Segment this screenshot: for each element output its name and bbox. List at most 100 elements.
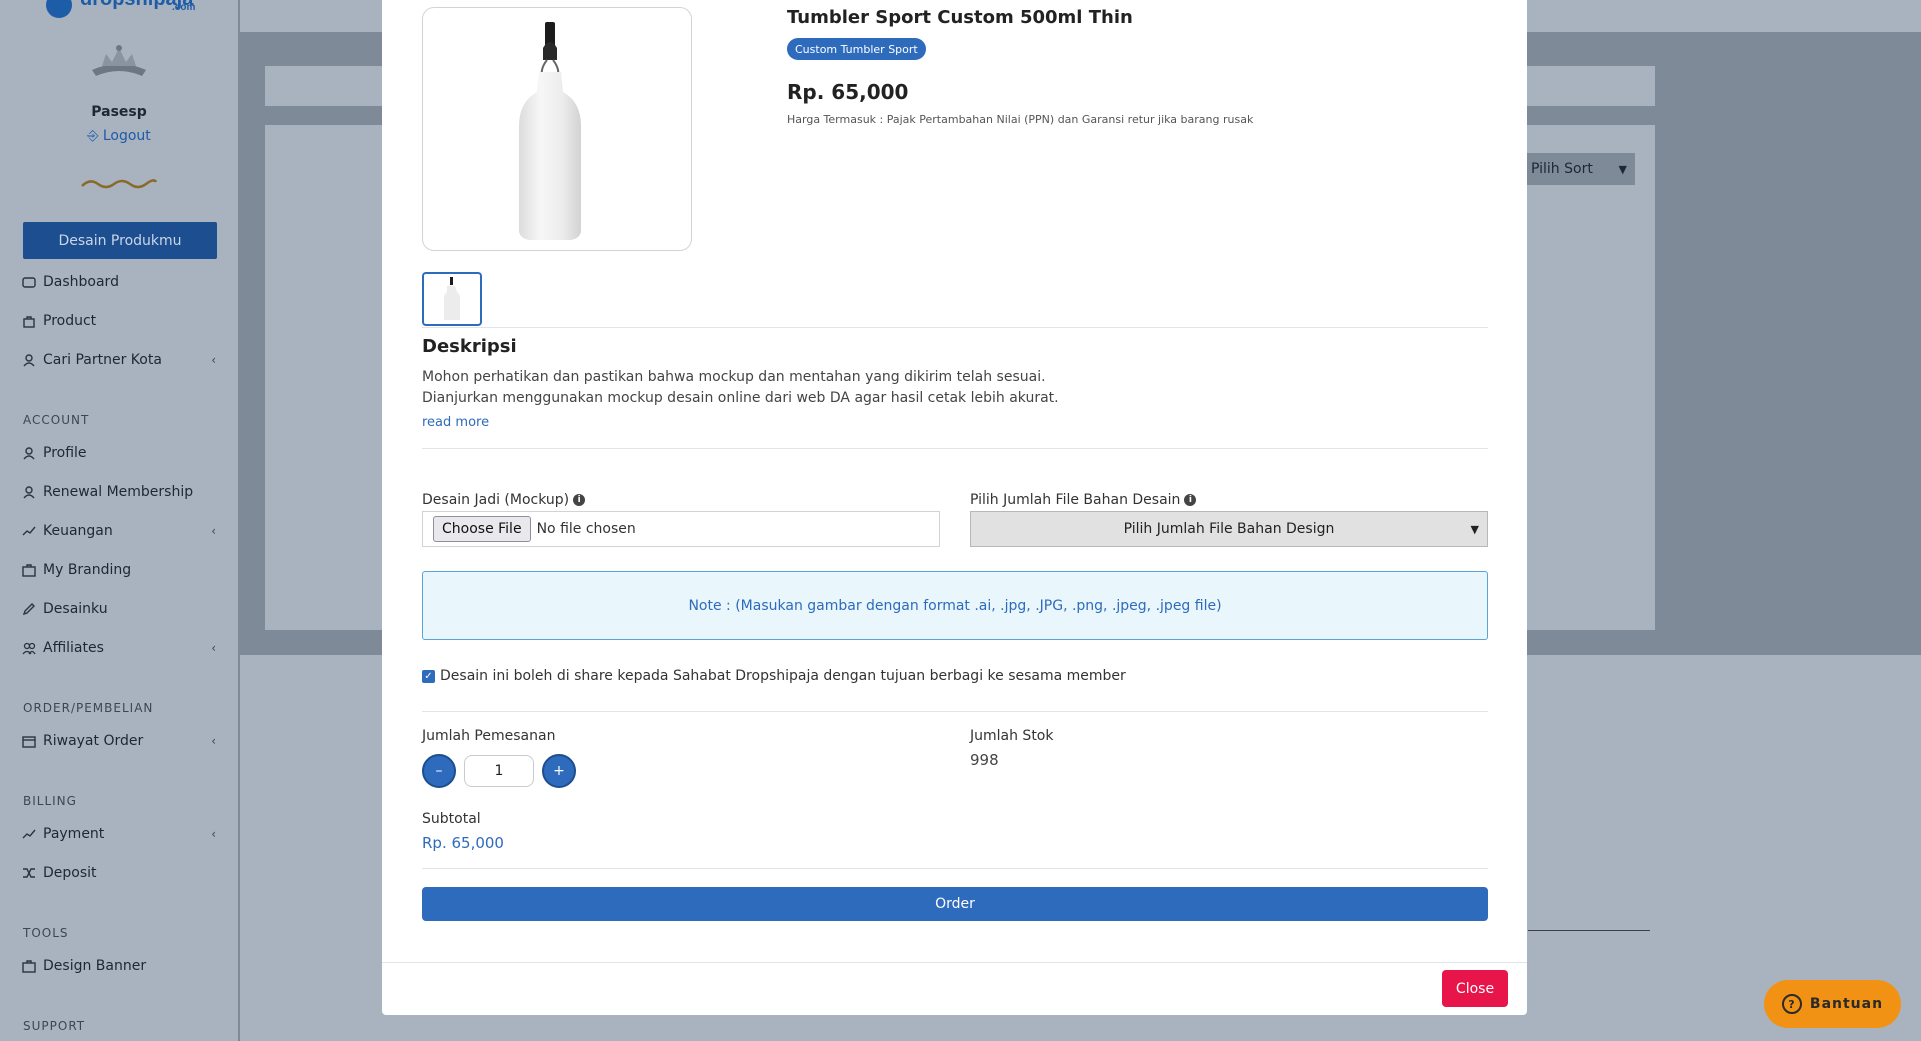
sidebar-item-keuangan[interactable]: Keuangan ‹	[22, 523, 216, 539]
chevron-down-icon: ▼	[1618, 162, 1627, 176]
sidebar-item-my-branding[interactable]: My Branding	[22, 562, 216, 578]
user-search-icon	[22, 353, 36, 367]
sidebar: dropshipaja .com Pasesp ⎆ Logout Desain …	[0, 0, 238, 1041]
question-icon: ?	[1781, 994, 1802, 1014]
sidebar-item-desainku[interactable]: Desainku	[22, 601, 216, 617]
stock-value: 998	[970, 751, 999, 769]
sidebar-item-design-banner[interactable]: Design Banner	[22, 958, 216, 974]
sidebar-item-label: Design Banner	[43, 958, 147, 974]
sidebar-item-label: Deposit	[43, 865, 97, 881]
sidebar-item-deposit[interactable]: Deposit	[22, 865, 216, 881]
file-status: No file chosen	[536, 521, 636, 537]
read-more-link[interactable]: read more	[422, 415, 489, 430]
user-icon	[22, 446, 36, 460]
product-main-image[interactable]	[422, 7, 692, 251]
divider	[422, 448, 1488, 449]
membership-badge-icon	[92, 45, 146, 76]
file-count-select-value: Pilih Jumlah File Bahan Design	[1123, 521, 1335, 537]
quantity-decrease-button[interactable]: –	[422, 754, 456, 788]
divider	[1528, 930, 1650, 931]
chevron-left-icon: ‹	[211, 353, 216, 367]
divider	[422, 711, 1488, 712]
mockup-label-text: Desain Jadi (Mockup)	[422, 492, 570, 508]
product-price: Rp. 65,000	[787, 80, 909, 104]
help-button[interactable]: ? Bantuan	[1764, 980, 1901, 1028]
chevron-left-icon: ‹	[211, 827, 216, 841]
section-account: ACCOUNT	[23, 413, 90, 427]
product-modal: Tumbler Sport Custom 500ml Thin Custom T…	[382, 0, 1527, 1015]
briefcase-icon	[22, 959, 36, 973]
tumbler-thumbnail-icon	[444, 277, 460, 320]
sort-select[interactable]: Pilih Sort ▼	[1525, 153, 1635, 185]
logout-label: Logout	[102, 128, 151, 144]
sidebar-item-riwayat-order[interactable]: Riwayat Order ‹	[22, 733, 216, 749]
mockup-file-input[interactable]: Choose File No file chosen	[422, 511, 940, 547]
user-name: Pasesp	[91, 104, 147, 120]
brand-logo[interactable]: dropshipaja .com	[46, 0, 196, 18]
sidebar-item-affiliates[interactable]: Affiliates ‹	[22, 640, 216, 656]
checkbox-checked-icon[interactable]: ✓	[422, 669, 435, 683]
info-icon[interactable]: i	[573, 494, 586, 506]
section-support: SUPPORT	[23, 1019, 86, 1033]
sidebar-item-label: Desainku	[43, 601, 108, 617]
people-icon	[22, 641, 36, 655]
sidebar-item-label: Product	[43, 313, 97, 329]
tumbler-bottle-icon	[519, 22, 581, 240]
share-design-checkbox[interactable]: ✓ Desain ini boleh di share kepada Sahab…	[422, 668, 1126, 684]
brand-suffix: .com	[172, 2, 196, 13]
sidebar-item-dashboard[interactable]: Dashboard	[22, 274, 216, 290]
choose-file-button[interactable]: Choose File	[433, 516, 531, 542]
help-label: Bantuan	[1809, 996, 1884, 1012]
mockup-label: Desain Jadi (Mockup) i	[422, 492, 586, 508]
description-title: Deskripsi	[422, 336, 517, 357]
format-note: Note : (Masukan gambar dengan format .ai…	[422, 571, 1488, 640]
divider	[422, 327, 1488, 328]
sidebar-item-payment[interactable]: Payment ‹	[22, 826, 216, 842]
sidebar-item-product[interactable]: Product	[22, 313, 216, 329]
chevron-left-icon: ‹	[211, 641, 216, 655]
product-thumbnail[interactable]	[422, 272, 482, 326]
bag-icon	[22, 314, 36, 328]
sidebar-item-cari-partner-kota[interactable]: Cari Partner Kota ‹	[22, 352, 216, 368]
description-line: Mohon perhatikan dan pastikan bahwa mock…	[422, 369, 1046, 385]
chevron-left-icon: ‹	[211, 524, 216, 538]
section-tools: TOOLS	[23, 926, 69, 940]
design-product-button[interactable]: Desain Produkmu	[23, 222, 217, 259]
logout-link[interactable]: ⎆ Logout	[0, 128, 238, 144]
user-icon	[22, 485, 36, 499]
sort-select-value: Pilih Sort	[1531, 161, 1593, 177]
chevron-down-icon: ▼	[1470, 522, 1479, 536]
logo-mark-icon	[46, 0, 72, 18]
shuffle-icon	[22, 866, 36, 880]
chevron-left-icon: ‹	[211, 734, 216, 748]
order-button[interactable]: Order	[422, 887, 1488, 921]
sidebar-item-label: Riwayat Order	[43, 733, 144, 749]
sidebar-item-label: Affiliates	[43, 640, 104, 656]
stock-label: Jumlah Stok	[970, 728, 1054, 744]
sidebar-item-label: Dashboard	[43, 274, 119, 290]
share-label: Desain ini boleh di share kepada Sahabat…	[440, 668, 1126, 684]
dashboard-icon	[22, 275, 36, 289]
sidebar-item-renewal-membership[interactable]: Renewal Membership	[22, 484, 216, 500]
sidebar-item-label: Keuangan	[43, 523, 113, 539]
sidebar-item-label: Payment	[43, 826, 105, 842]
product-title: Tumbler Sport Custom 500ml Thin	[787, 7, 1133, 28]
trend-icon	[22, 827, 36, 841]
description-line: Dianjurkan menggunakan mockup desain onl…	[422, 390, 1059, 406]
briefcase-icon	[22, 563, 36, 577]
pencil-icon	[22, 602, 36, 616]
trend-icon	[22, 524, 36, 538]
decorative-wave-icon	[81, 179, 158, 189]
sidebar-item-profile[interactable]: Profile	[22, 445, 216, 461]
file-count-select[interactable]: Pilih Jumlah File Bahan Design ▼	[970, 511, 1488, 547]
section-order: ORDER/PEMBELIAN	[23, 701, 154, 715]
quantity-label: Jumlah Pemesanan	[422, 728, 556, 744]
section-billing: BILLING	[23, 794, 77, 808]
category-badge[interactable]: Custom Tumbler Sport	[787, 38, 926, 60]
quantity-increase-button[interactable]: +	[542, 754, 576, 788]
price-note: Harga Termasuk : Pajak Pertambahan Nilai…	[787, 113, 1254, 126]
close-button[interactable]: Close	[1442, 970, 1508, 1007]
quantity-input[interactable]: 1	[464, 755, 534, 787]
info-icon[interactable]: i	[1184, 494, 1197, 506]
sidebar-item-label: Renewal Membership	[43, 484, 194, 500]
